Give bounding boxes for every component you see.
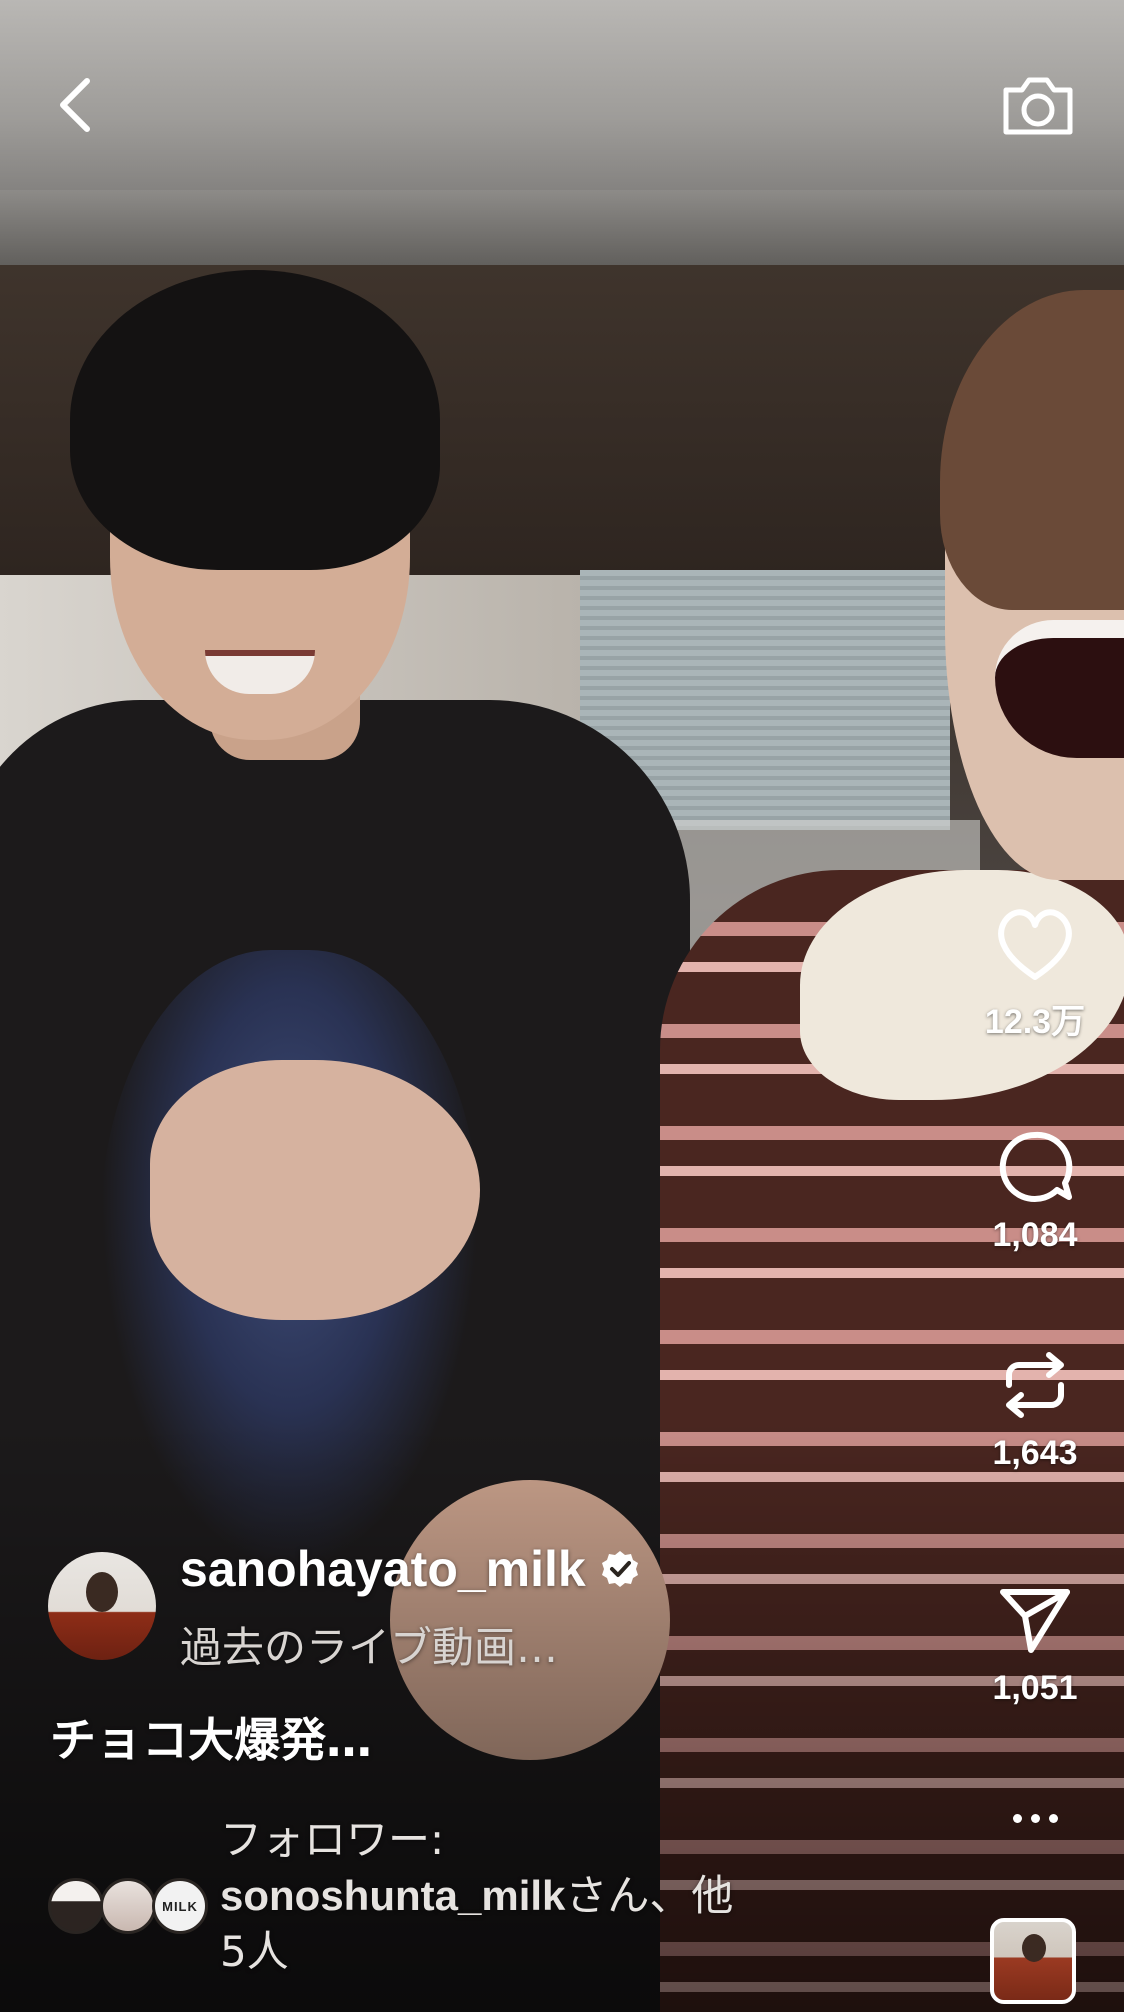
comment-action[interactable]: 1,084 [960,1122,1110,1255]
like-count: 12.3万 [984,1003,1086,1041]
repost-action[interactable]: 1,643 [960,1340,1110,1473]
followers-others: 5人 [220,1927,289,1976]
comment-count: 1,084 [992,1216,1078,1254]
followers-label: フォロワー: [220,1815,445,1864]
chevron-left-icon [60,78,90,132]
send-icon [1000,1589,1070,1653]
comment-icon [999,1131,1073,1202]
like-action[interactable]: 12.3万 [960,900,1110,1043]
ceiling [0,0,1124,215]
author-username-row[interactable]: sanohayato_milk [180,1540,640,1598]
back-button[interactable] [40,70,110,140]
live-replay-label[interactable]: 過去のライブ動画… [180,1614,558,1675]
followers-suffix: さん、他 [565,1871,734,1920]
shelf-edge [0,190,1124,270]
repost-count: 1,643 [992,1434,1078,1472]
more-icon [1012,1813,1022,1823]
person-left-hair [70,270,440,570]
camera-icon [1003,77,1072,135]
more-button[interactable] [1000,1798,1070,1838]
camera-button[interactable] [990,60,1085,150]
follower-name: sonoshunta_milk [220,1872,566,1919]
post-caption[interactable]: チョコ大爆発… [50,1704,372,1770]
audio-thumbnail[interactable] [990,1918,1076,2004]
followers-summary[interactable]: フォロワー: sonoshunta_milkさん、他 5人 [220,1812,920,1980]
follower-avatar [100,1878,156,1934]
author-username[interactable]: sanohayato_milk [180,1540,586,1598]
more-icon [1048,1813,1058,1823]
follower-avatar-logo: MILK [152,1878,208,1934]
cabinet [440,265,813,575]
verified-badge-icon [601,1551,638,1587]
share-action[interactable]: 1,051 [960,1575,1110,1708]
more-icon [1030,1813,1040,1823]
follower-avatars[interactable]: MILK [48,1878,208,1938]
heart-icon [998,909,1072,980]
follower-avatar [48,1878,104,1934]
person-left-hand [150,1060,480,1320]
author-avatar[interactable] [48,1552,156,1660]
repost-icon [1006,1352,1064,1418]
share-count: 1,051 [992,1669,1078,1707]
